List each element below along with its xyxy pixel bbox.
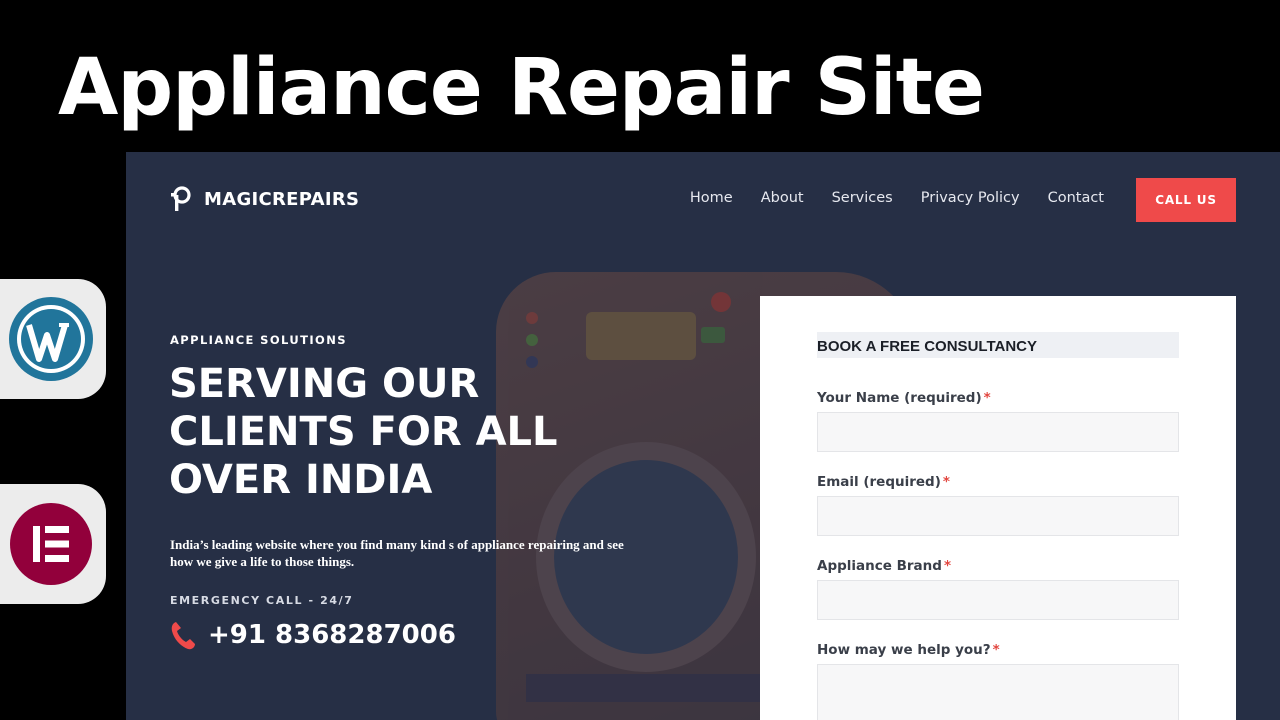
hero-headline: SERVING OUR CLIENTS FOR ALL OVER INDIA xyxy=(169,360,609,504)
required-mark: * xyxy=(942,474,950,490)
field-label-email: Email (required) * xyxy=(817,474,950,490)
form-heading: BOOK A FREE CONSULTANCY xyxy=(817,332,1179,358)
nav-home[interactable]: Home xyxy=(690,190,733,206)
banner-title: Appliance Repair Site xyxy=(58,43,985,133)
elementor-icon xyxy=(10,503,92,585)
call-us-button[interactable]: CALL US xyxy=(1136,178,1236,222)
phone-number: +91 8368287006 xyxy=(208,620,456,650)
headline-line: OVER INDIA xyxy=(169,457,433,503)
label-text: Your Name (required) xyxy=(817,390,982,406)
nav-privacy-policy[interactable]: Privacy Policy xyxy=(921,190,1020,206)
headline-line: CLIENTS FOR ALL xyxy=(169,409,558,455)
field-label-help: How may we help you? * xyxy=(817,642,1000,658)
nav-contact[interactable]: Contact xyxy=(1048,190,1104,206)
nav-services[interactable]: Services xyxy=(832,190,893,206)
email-field[interactable] xyxy=(817,496,1179,536)
headline-line: SERVING OUR xyxy=(169,361,480,407)
nav-about[interactable]: About xyxy=(761,190,804,206)
field-label-brand: Appliance Brand * xyxy=(817,558,951,574)
website-preview: MAGICREPAIRS Home About Services Privacy… xyxy=(126,152,1280,720)
help-message-field[interactable] xyxy=(817,664,1179,720)
label-text: Appliance Brand xyxy=(817,558,942,574)
main-nav: Home About Services Privacy Policy Conta… xyxy=(690,190,1104,206)
label-text: Email (required) xyxy=(817,474,941,490)
field-label-name: Your Name (required) * xyxy=(817,390,991,406)
required-mark: * xyxy=(983,390,991,406)
wordpress-badge xyxy=(0,279,106,399)
required-mark: * xyxy=(943,558,952,574)
phone-icon xyxy=(171,622,195,650)
phone-link[interactable]: +91 8368287006 xyxy=(170,620,456,650)
appliance-brand-field[interactable] xyxy=(817,580,1179,620)
brand-icon xyxy=(171,186,191,211)
brand-name: MAGICREPAIRS xyxy=(204,188,360,210)
label-text: How may we help you? xyxy=(817,642,991,658)
elementor-badge xyxy=(0,484,106,604)
emergency-label: EMERGENCY CALL - 24/7 xyxy=(170,594,354,607)
hero-description: India’s leading website where you find m… xyxy=(170,537,624,569)
name-field[interactable] xyxy=(817,412,1179,452)
site-logo[interactable]: MAGICREPAIRS xyxy=(170,186,359,212)
wordpress-icon xyxy=(9,297,93,381)
required-mark: * xyxy=(992,642,1000,658)
hero-eyebrow: APPLIANCE SOLUTIONS xyxy=(170,333,347,347)
consultancy-form: BOOK A FREE CONSULTANCY Your Name (requi… xyxy=(760,296,1236,720)
